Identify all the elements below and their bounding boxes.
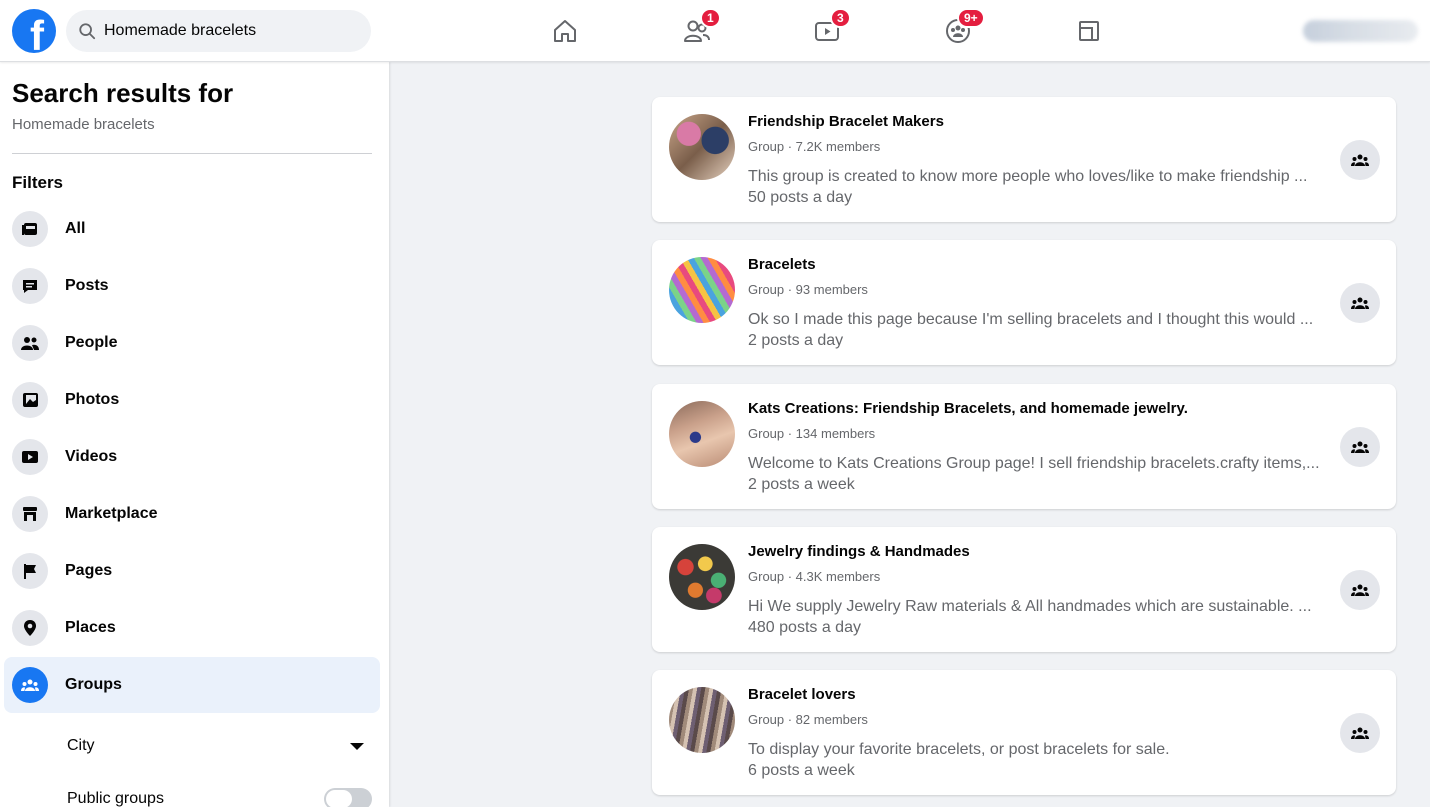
join-group-button[interactable]: [1340, 140, 1380, 180]
group-meta: Group · 134 members: [748, 426, 876, 441]
group-result-card[interactable]: Bracelet lovers Group · 82 members To di…: [652, 670, 1396, 795]
search-filters-sidebar: Search results for Homemade bracelets Fi…: [0, 62, 389, 807]
filter-all-label: All: [65, 220, 86, 237]
group-avatar[interactable]: [669, 401, 735, 467]
join-group-icon: [1351, 584, 1369, 596]
groups-icon: [21, 679, 39, 691]
group-description: This group is created to know more peopl…: [748, 168, 1308, 185]
group-post-frequency: 2 posts a day: [748, 332, 844, 349]
filter-photos-label: Photos: [65, 391, 120, 408]
group-meta: Group · 7.2K members: [748, 139, 881, 154]
search-query-text: Homemade bracelets: [12, 116, 155, 133]
home-icon: [554, 20, 576, 42]
public-groups-filter: Public groups: [67, 784, 372, 807]
all-icon: [22, 223, 37, 235]
nav-gaming[interactable]: [1072, 14, 1106, 48]
filter-videos-label: Videos: [65, 448, 118, 465]
group-name[interactable]: Kats Creations: Friendship Bracelets, an…: [748, 400, 1188, 417]
filter-places[interactable]: Places: [4, 600, 380, 656]
group-avatar[interactable]: [669, 687, 735, 753]
join-group-button[interactable]: [1340, 713, 1380, 753]
group-result-card[interactable]: Jewelry findings & Handmades Group · 4.3…: [652, 527, 1396, 652]
join-group-button[interactable]: [1340, 570, 1380, 610]
city-filter-dropdown[interactable]: City: [67, 731, 372, 761]
filter-all[interactable]: All: [4, 201, 380, 257]
group-description: Hi We supply Jewelry Raw materials & All…: [748, 598, 1312, 615]
nav-friends[interactable]: 1: [680, 8, 721, 48]
nav-home[interactable]: [548, 14, 582, 48]
search-icon: [79, 23, 96, 40]
videos-icon: [22, 451, 38, 463]
group-meta: Group · 93 members: [748, 282, 868, 297]
pages-icon: [24, 564, 36, 579]
filter-groups-label: Groups: [65, 676, 122, 693]
filter-videos[interactable]: Videos: [4, 429, 380, 485]
chevron-down-icon: [350, 742, 364, 750]
search-input[interactable]: [104, 22, 344, 40]
filter-posts-label: Posts: [65, 277, 109, 294]
filter-places-label: Places: [65, 619, 116, 636]
group-avatar[interactable]: [669, 114, 735, 180]
photos-icon: [23, 393, 38, 407]
group-description: Ok so I made this page because I'm selli…: [748, 311, 1314, 328]
group-post-frequency: 50 posts a day: [748, 189, 853, 206]
join-group-button[interactable]: [1340, 427, 1380, 467]
group-description: Welcome to Kats Creations Group page! I …: [748, 455, 1320, 472]
group-meta: Group · 82 members: [748, 712, 868, 727]
group-name[interactable]: Bracelet lovers: [748, 686, 856, 703]
posts-icon: [23, 280, 37, 293]
nav-groups[interactable]: 9+: [941, 8, 985, 48]
sidebar-divider: [12, 153, 372, 154]
city-filter-label: City: [67, 737, 95, 754]
filter-pages-label: Pages: [65, 562, 113, 579]
watch-badge: 3: [830, 8, 851, 28]
groups-badge: 9+: [957, 8, 985, 28]
people-icon: [21, 337, 39, 350]
group-avatar[interactable]: [669, 257, 735, 323]
join-group-icon: [1351, 727, 1369, 739]
group-description: To display your favorite bracelets, or p…: [748, 741, 1170, 758]
profile-name-blurred[interactable]: [1303, 20, 1418, 42]
filter-marketplace-label: Marketplace: [65, 505, 158, 522]
group-result-card[interactable]: Bracelets Group · 93 members Ok so I mad…: [652, 240, 1396, 365]
join-group-icon: [1351, 441, 1369, 453]
group-meta: Group · 4.3K members: [748, 569, 881, 584]
public-groups-label: Public groups: [67, 790, 164, 807]
join-group-button[interactable]: [1340, 283, 1380, 323]
join-group-icon: [1351, 154, 1369, 166]
facebook-logo[interactable]: f: [12, 9, 56, 53]
places-icon: [24, 620, 36, 636]
group-post-frequency: 2 posts a week: [748, 476, 855, 493]
filter-photos[interactable]: Photos: [4, 372, 380, 428]
top-navigation-bar: f 1 3 9+: [0, 0, 1430, 62]
join-group-icon: [1351, 297, 1369, 309]
nav-watch[interactable]: 3: [810, 8, 851, 48]
filter-marketplace[interactable]: Marketplace: [4, 486, 380, 542]
friends-badge: 1: [700, 8, 721, 28]
facebook-logo-glyph: f: [30, 12, 44, 54]
filter-pages[interactable]: Pages: [4, 543, 380, 599]
filter-people-label: People: [65, 334, 118, 351]
public-groups-toggle[interactable]: [324, 788, 372, 807]
filter-posts[interactable]: Posts: [4, 258, 380, 314]
group-post-frequency: 6 posts a week: [748, 762, 855, 779]
search-box[interactable]: [66, 10, 371, 52]
group-name[interactable]: Friendship Bracelet Makers: [748, 113, 944, 130]
group-name[interactable]: Bracelets: [748, 256, 816, 273]
filter-groups[interactable]: Groups: [4, 657, 380, 713]
group-name[interactable]: Jewelry findings & Handmades: [748, 543, 970, 560]
group-avatar[interactable]: [669, 544, 735, 610]
filters-heading: Filters: [12, 173, 64, 192]
group-result-card[interactable]: Friendship Bracelet Makers Group · 7.2K …: [652, 97, 1396, 222]
sidebar-title: Search results for: [12, 78, 234, 108]
group-post-frequency: 480 posts a day: [748, 619, 861, 636]
marketplace-icon: [23, 507, 37, 521]
group-result-card[interactable]: Kats Creations: Friendship Bracelets, an…: [652, 384, 1396, 509]
filter-people[interactable]: People: [4, 315, 380, 371]
gaming-icon: [1079, 21, 1099, 41]
